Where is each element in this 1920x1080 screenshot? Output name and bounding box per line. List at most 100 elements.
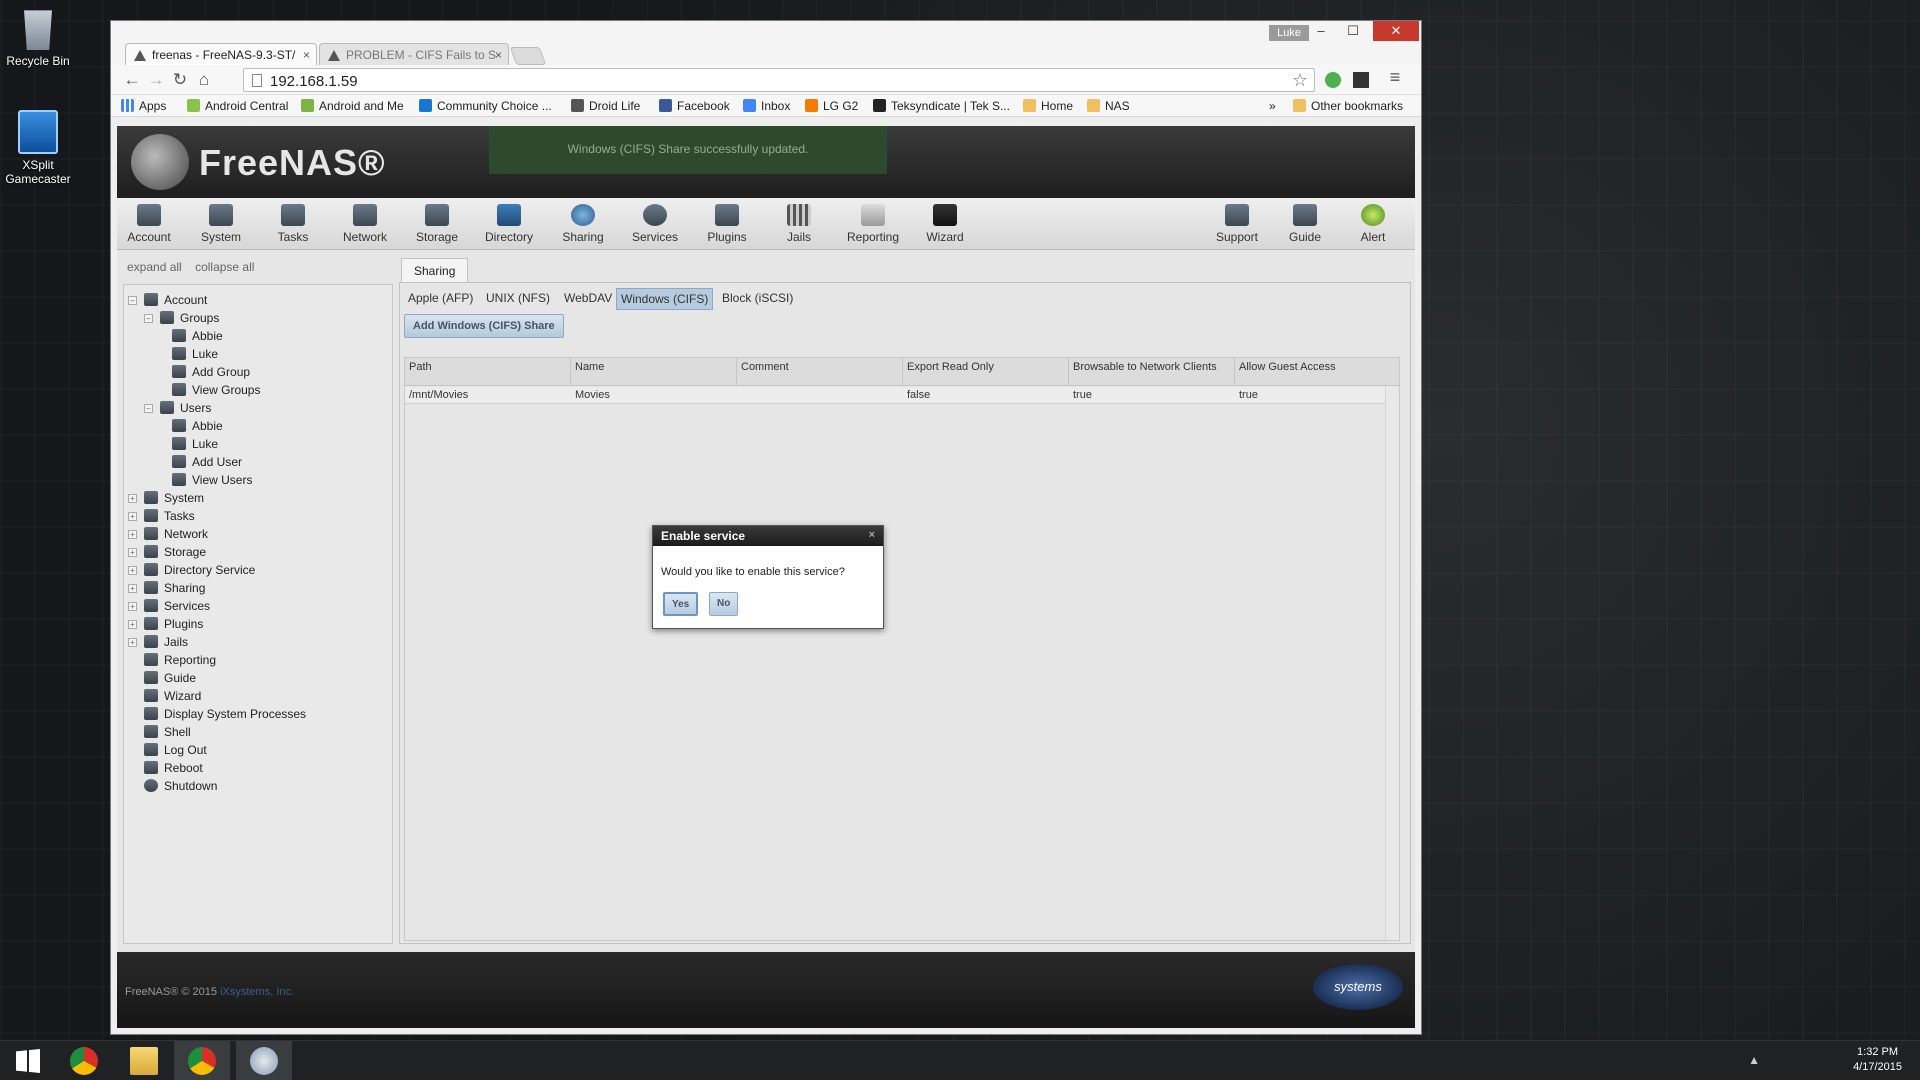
expand-toggle-icon[interactable]: +	[128, 566, 137, 575]
menu-guide[interactable]: Guide	[1273, 204, 1337, 244]
start-button[interactable]	[0, 1041, 56, 1080]
expand-all-link[interactable]: expand all	[127, 260, 182, 274]
tree-group-abbie[interactable]: Abbie	[172, 327, 223, 345]
tree-view-users[interactable]: View Users	[172, 471, 252, 489]
bookmark-inbox[interactable]: Inbox	[743, 99, 790, 113]
tree-account[interactable]: – Account	[128, 291, 207, 309]
tree-tasks[interactable]: + Tasks	[128, 507, 195, 525]
tray-expand-icon[interactable]: ▲	[1748, 1053, 1760, 1067]
tree-users[interactable]: – Users	[144, 399, 211, 417]
menu-storage[interactable]: Storage	[405, 204, 469, 244]
menu-support[interactable]: Support	[1205, 204, 1269, 244]
column-path[interactable]: Path	[405, 358, 571, 386]
menu-alert[interactable]: Alert	[1341, 204, 1405, 244]
taskbar-file-explorer[interactable]	[116, 1041, 172, 1080]
subtab-nfs[interactable]: UNIX (NFS)	[482, 288, 554, 308]
profile-badge[interactable]: Luke	[1269, 25, 1309, 41]
tab-sharing[interactable]: Sharing	[401, 258, 469, 283]
minimize-button[interactable]: –	[1305, 21, 1337, 41]
subtab-webdav[interactable]: WebDAV	[560, 288, 616, 308]
collapse-all-link[interactable]: collapse all	[195, 260, 254, 274]
expand-toggle-icon[interactable]: +	[128, 512, 137, 521]
close-window-button[interactable]: ✕	[1373, 21, 1419, 41]
reload-icon[interactable]: ↻	[169, 71, 191, 89]
menu-sharing[interactable]: Sharing	[551, 204, 615, 244]
ixsystems-link[interactable]: iXsystems, Inc.	[220, 986, 294, 998]
collapse-toggle-icon[interactable]: –	[128, 296, 137, 305]
add-cifs-share-button[interactable]: Add Windows (CIFS) Share	[404, 314, 564, 338]
tree-plugins[interactable]: + Plugins	[128, 615, 203, 633]
tree-user-abbie[interactable]: Abbie	[172, 417, 223, 435]
bookmark-community-choice[interactable]: Community Choice ...	[419, 99, 552, 113]
column-comment[interactable]: Comment	[737, 358, 903, 386]
menu-services[interactable]: Services	[623, 204, 687, 244]
bookmark-lg-g2[interactable]: LG G2	[805, 99, 858, 113]
column-export-read-only[interactable]: Export Read Only	[903, 358, 1069, 386]
tree-sharing[interactable]: + Sharing	[128, 579, 205, 597]
browser-tab-problem[interactable]: PROBLEM - CIFS Fails to S ×	[319, 43, 509, 67]
menu-system[interactable]: System	[189, 204, 253, 244]
no-button[interactable]: No	[709, 592, 739, 616]
tree-shutdown[interactable]: Shutdown	[144, 777, 217, 795]
close-tab-icon[interactable]: ×	[495, 48, 502, 62]
column-guest-access[interactable]: Allow Guest Access	[1235, 358, 1401, 386]
back-arrow-icon[interactable]: ←	[121, 71, 143, 89]
table-scrollbar[interactable]	[1385, 386, 1399, 940]
bookmark-nas[interactable]: NAS	[1087, 99, 1130, 113]
column-browsable[interactable]: Browsable to Network Clients	[1069, 358, 1235, 386]
expand-toggle-icon[interactable]: +	[128, 638, 137, 647]
tree-storage[interactable]: + Storage	[128, 543, 206, 561]
new-tab-button[interactable]	[509, 47, 547, 65]
tree-add-group[interactable]: Add Group	[172, 363, 250, 381]
bookmark-star-icon[interactable]: ☆	[1292, 70, 1308, 91]
collapse-toggle-icon[interactable]: –	[144, 314, 153, 323]
clock[interactable]: 1:32 PM 4/17/2015	[1853, 1045, 1902, 1075]
table-row[interactable]: /mnt/Movies Movies false true true	[405, 387, 1385, 404]
bookmark-droid-life[interactable]: Droid Life	[571, 99, 640, 113]
bookmark-facebook[interactable]: Facebook	[659, 99, 730, 113]
expand-toggle-icon[interactable]: +	[128, 494, 137, 503]
other-bookmarks[interactable]: Other bookmarks	[1293, 99, 1403, 113]
collapse-toggle-icon[interactable]: –	[144, 404, 153, 413]
subtab-cifs[interactable]: Windows (CIFS)	[616, 288, 714, 310]
extension-dark-icon[interactable]	[1353, 72, 1369, 88]
menu-wizard[interactable]: Wizard	[913, 204, 977, 244]
tree-reboot[interactable]: Reboot	[144, 759, 203, 777]
yes-button[interactable]: Yes	[663, 592, 699, 616]
expand-toggle-icon[interactable]: +	[128, 530, 137, 539]
bookmarks-overflow-button[interactable]: »	[1269, 99, 1276, 113]
menu-directory[interactable]: Directory	[477, 204, 541, 244]
menu-plugins[interactable]: Plugins	[695, 204, 759, 244]
tree-jails[interactable]: + Jails	[128, 633, 188, 651]
tree-services[interactable]: + Services	[128, 597, 210, 615]
menu-tasks[interactable]: Tasks	[261, 204, 325, 244]
bookmark-android-central[interactable]: Android Central	[187, 99, 288, 113]
tree-log-out[interactable]: Log Out	[144, 741, 207, 759]
close-tab-icon[interactable]: ×	[303, 48, 310, 62]
bookmark-apps[interactable]: Apps	[121, 99, 166, 113]
close-icon[interactable]: ×	[869, 529, 875, 541]
recycle-bin-desktop-icon[interactable]: Recycle Bin	[0, 6, 76, 68]
expand-toggle-icon[interactable]: +	[128, 620, 137, 629]
taskbar-paint[interactable]	[236, 1041, 292, 1080]
taskbar-chrome[interactable]	[56, 1041, 112, 1080]
tree-user-luke[interactable]: Luke	[172, 435, 218, 453]
taskbar-chrome-active[interactable]	[174, 1041, 230, 1080]
tree-wizard[interactable]: Wizard	[144, 687, 201, 705]
tree-guide[interactable]: Guide	[144, 669, 196, 687]
tree-display-system-processes[interactable]: Display System Processes	[144, 705, 306, 723]
xsplit-desktop-icon[interactable]: XSplit Gamecaster	[0, 110, 76, 186]
tree-add-user[interactable]: Add User	[172, 453, 242, 471]
menu-icon[interactable]: ≡	[1387, 68, 1403, 86]
column-name[interactable]: Name	[571, 358, 737, 386]
tree-shell[interactable]: Shell	[144, 723, 191, 741]
expand-toggle-icon[interactable]: +	[128, 584, 137, 593]
tree-reporting[interactable]: Reporting	[144, 651, 216, 669]
expand-toggle-icon[interactable]: +	[128, 602, 137, 611]
bookmark-home[interactable]: Home	[1023, 99, 1073, 113]
expand-toggle-icon[interactable]: +	[128, 548, 137, 557]
extension-green-icon[interactable]	[1325, 72, 1341, 88]
tree-view-groups[interactable]: View Groups	[172, 381, 260, 399]
subtab-afp[interactable]: Apple (AFP)	[404, 288, 477, 308]
browser-tab-freenas[interactable]: freenas - FreeNAS-9.3-ST/ ×	[125, 43, 317, 67]
